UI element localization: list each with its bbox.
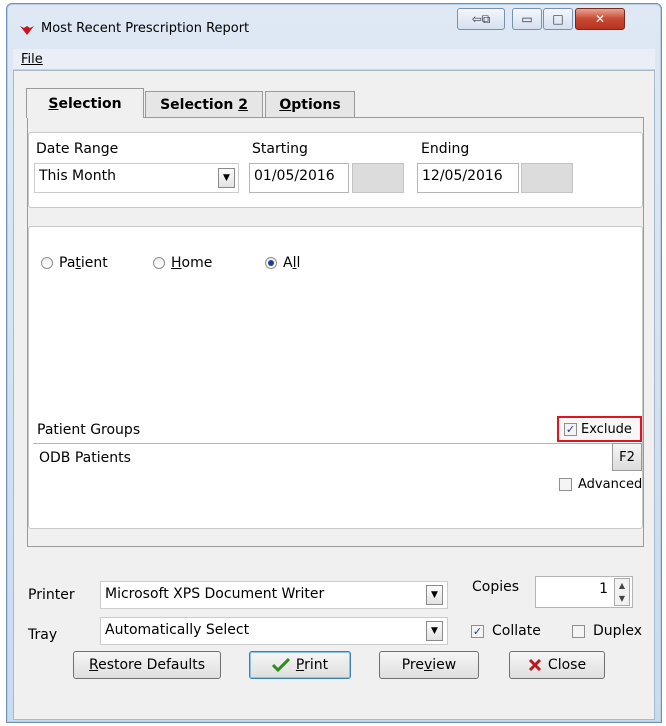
menu-file[interactable]: File xyxy=(21,52,43,67)
radio-home-label: Home xyxy=(171,255,213,271)
tab-options[interactable]: Options xyxy=(265,91,355,117)
date-range-label: Date Range xyxy=(36,141,119,157)
dropdown-arrow-icon[interactable]: ▼ xyxy=(426,621,443,641)
advanced-checkbox[interactable]: Advanced xyxy=(559,477,642,492)
tab-selection[interactable]: Selection xyxy=(26,88,144,118)
ending-date-input[interactable]: 12/05/2016 xyxy=(417,163,519,193)
copies-spinner[interactable]: ▲ ▼ xyxy=(614,578,630,606)
close-button[interactable]: Close xyxy=(509,651,605,679)
radio-all[interactable]: All xyxy=(265,255,300,271)
starting-label: Starting xyxy=(252,141,308,157)
radio-home[interactable]: Home xyxy=(153,255,212,271)
maximize-button[interactable]: □ xyxy=(543,8,573,30)
radio-patient-label: Patient xyxy=(59,255,108,271)
tray-label: Tray xyxy=(28,627,58,643)
radio-all-label: All xyxy=(283,255,301,271)
copies-label: Copies xyxy=(472,579,520,595)
duplex-box[interactable] xyxy=(572,624,585,638)
f2-lookup-button[interactable]: F2 xyxy=(612,443,642,471)
filter-group: Patient Home All Patient Groups ✓ Exclud… xyxy=(28,226,643,529)
ending-label: Ending xyxy=(421,141,470,157)
app-logo-icon xyxy=(20,26,34,35)
radio-patient-circle[interactable] xyxy=(41,257,53,269)
starting-date-input[interactable]: 01/05/2016 xyxy=(249,163,349,193)
spin-down-icon[interactable]: ▼ xyxy=(619,594,625,603)
duplex-checkbox[interactable]: Duplex xyxy=(572,623,642,639)
starting-calendar-button[interactable] xyxy=(352,163,404,193)
title-bar[interactable]: Most Recent Prescription Report ⇦⧉ ▭ □ ✕ xyxy=(7,4,661,47)
restore-window-icon[interactable]: ⇦⧉ xyxy=(457,8,505,30)
close-window-button[interactable]: ✕ xyxy=(575,8,625,30)
radio-all-circle[interactable] xyxy=(265,257,277,269)
minimize-button[interactable]: ▭ xyxy=(512,8,542,30)
spin-up-icon[interactable]: ▲ xyxy=(619,581,625,590)
radio-home-circle[interactable] xyxy=(153,257,165,269)
close-x-icon xyxy=(528,658,541,672)
restore-defaults-button[interactable]: Restore Defaults xyxy=(73,651,221,679)
print-button[interactable]: Print xyxy=(249,651,351,679)
date-range-select[interactable]: This Month ▼ xyxy=(34,163,239,193)
ending-calendar-button[interactable] xyxy=(521,163,573,193)
tab-selection-2[interactable]: Selection 2 xyxy=(145,91,263,117)
check-icon[interactable]: ✓ xyxy=(471,624,484,638)
advanced-box[interactable] xyxy=(559,478,572,491)
radio-patient[interactable]: Patient xyxy=(41,255,108,271)
collate-checkbox[interactable]: ✓ Collate xyxy=(471,623,541,639)
dropdown-arrow-icon[interactable]: ▼ xyxy=(218,168,235,188)
selection-panel: Date Range This Month ▼ Starting 01/05/2… xyxy=(27,117,644,547)
date-range-group: Date Range This Month ▼ Starting 01/05/2… xyxy=(28,132,643,208)
printer-label: Printer xyxy=(28,587,75,603)
dropdown-arrow-icon[interactable]: ▼ xyxy=(426,585,443,605)
exclude-checkbox[interactable]: ✓ Exclude xyxy=(557,416,642,442)
patient-groups-input[interactable]: ODB Patients xyxy=(33,443,612,471)
tray-select[interactable]: Automatically Select ▼ xyxy=(100,617,448,645)
preview-button[interactable]: Preview xyxy=(379,651,479,679)
printer-select[interactable]: Microsoft XPS Document Writer ▼ xyxy=(100,581,448,609)
client-area: Selection Selection 2 Options Date Range… xyxy=(13,70,655,720)
window-title: Most Recent Prescription Report xyxy=(41,21,250,36)
checkmark-icon xyxy=(271,658,290,672)
patient-groups-label: Patient Groups xyxy=(37,422,141,438)
menu-bar: File xyxy=(13,49,655,70)
report-window: Most Recent Prescription Report ⇦⧉ ▭ □ ✕… xyxy=(6,3,662,723)
check-icon[interactable]: ✓ xyxy=(564,422,577,436)
